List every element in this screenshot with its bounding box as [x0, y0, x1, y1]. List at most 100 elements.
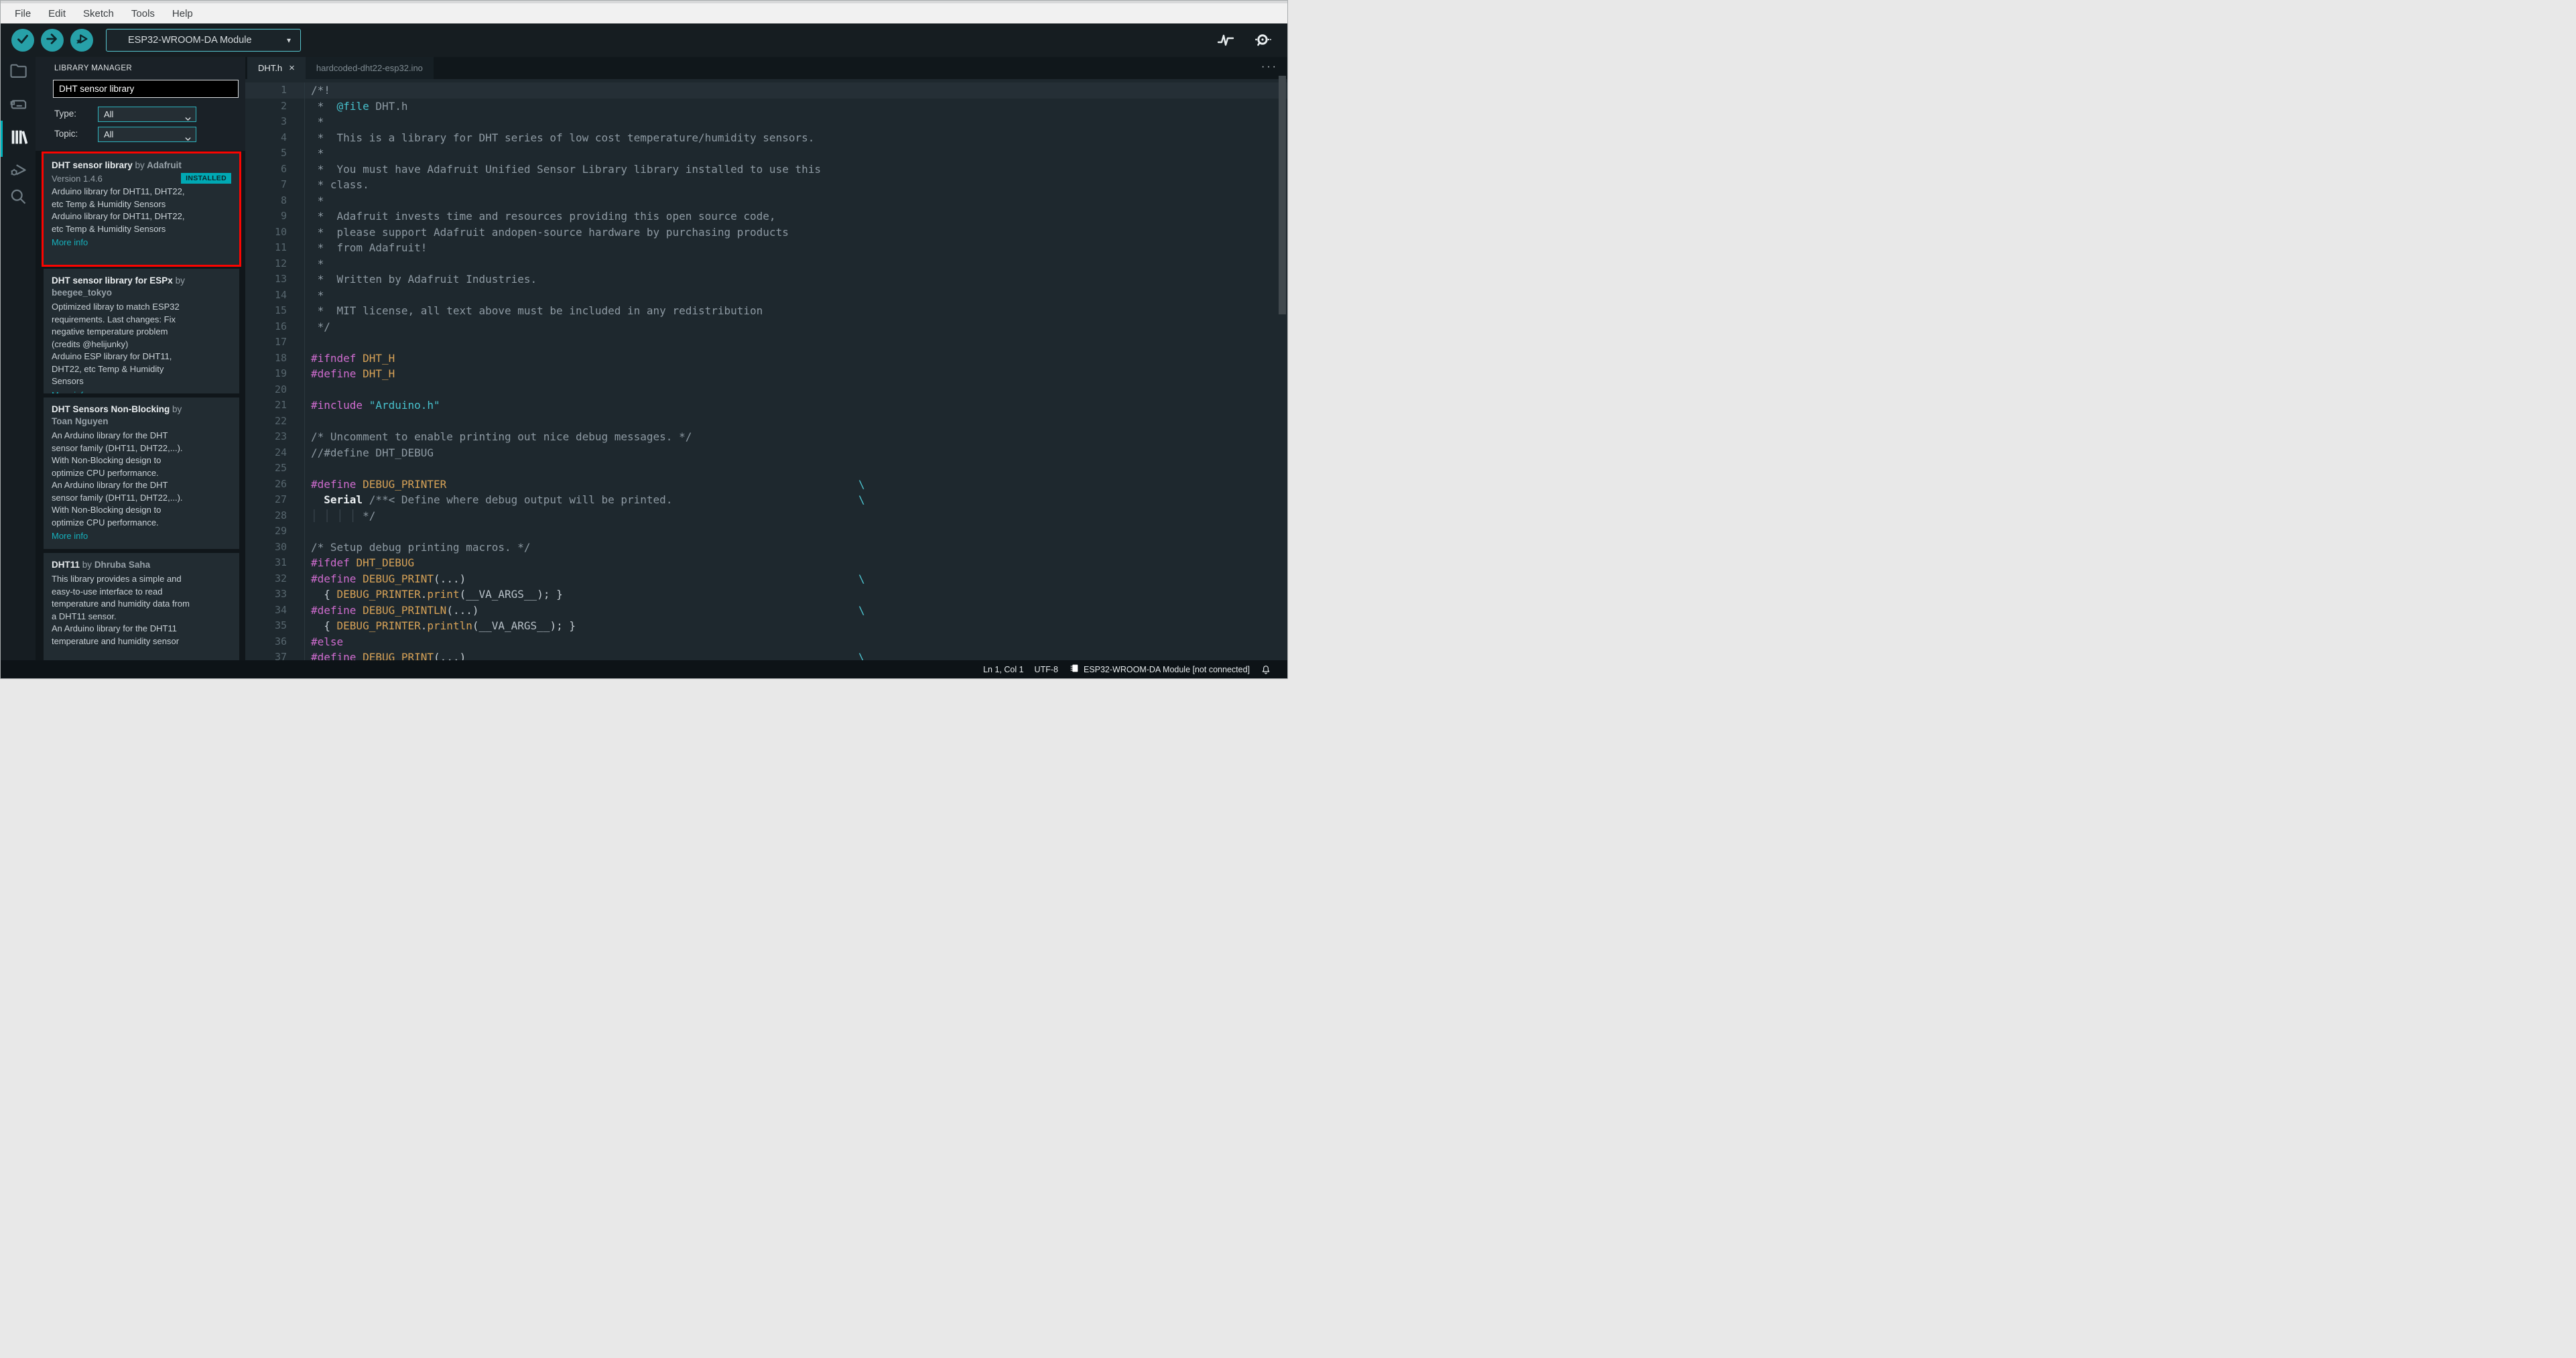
verify-button[interactable] [11, 29, 34, 52]
code-line: 3 * [245, 114, 1287, 130]
line-number: 16 [245, 318, 305, 334]
check-icon [15, 32, 30, 50]
activity-sidebar [1, 57, 36, 662]
debugside-icon [9, 164, 27, 181]
board-status-label: ESP32-WROOM-DA Module [not connected] [1083, 664, 1250, 674]
editor-tab-label: DHT.h [258, 63, 283, 73]
editor-tab[interactable]: hardcoded-dht22-esp32.ino [305, 57, 434, 79]
line-number: 33 [245, 587, 305, 603]
editor-vertical-scrollbar[interactable] [1279, 76, 1286, 314]
code-line: 26 #define DEBUG_PRINTER \ [245, 476, 1287, 492]
filter-select-0[interactable]: All [98, 107, 196, 122]
sidebar-item-search[interactable] [9, 187, 27, 206]
editor-tab[interactable]: DHT.h × [247, 57, 306, 79]
serial-monitor-icon[interactable] [1252, 31, 1271, 50]
editor-more-actions-button[interactable]: ··· [1261, 61, 1278, 73]
board-status[interactable]: ESP32-WROOM-DA Module [not connected] [1069, 663, 1250, 676]
books-icon [9, 130, 28, 149]
more-info-link[interactable]: More info [52, 237, 231, 247]
library-search-input[interactable] [53, 80, 239, 98]
chip-icon [1069, 663, 1080, 676]
filter-label-1: Topic: [54, 129, 78, 139]
cursor-position[interactable]: Ln 1, Col 1 [983, 665, 1023, 674]
library-entry[interactable]: DHT Sensors Non-Blocking by Toan Nguyen A… [44, 397, 239, 549]
line-number: 22 [245, 413, 305, 429]
line-number: 20 [245, 381, 305, 397]
line-number: 10 [245, 224, 305, 240]
code-line: 31 #ifdef DHT_DEBUG [245, 555, 1287, 571]
library-entry-description: This library provides a simple and easy-t… [52, 574, 190, 646]
code-line: 6 * You must have Adafruit Unified Senso… [245, 161, 1287, 177]
menu-edit[interactable]: Edit [40, 8, 74, 19]
code-line: 16 */ [245, 318, 1287, 334]
code-line: 30 /* Setup debug printing macros. */ [245, 539, 1287, 555]
code-line: 32 #define DEBUG_PRINT(...) \ [245, 570, 1287, 587]
line-number: 3 [245, 114, 305, 130]
line-number: 2 [245, 98, 305, 114]
line-number: 6 [245, 161, 305, 177]
toolbar: ESP32-WROOM-DA Module ▾ [1, 23, 1287, 57]
line-number: 19 [245, 366, 305, 382]
code-line: 27 Serial /**< Define where debug output… [245, 492, 1287, 508]
chevron-down-icon: ▾ [286, 36, 291, 45]
code-line: 35 { DEBUG_PRINTER.println(__VA_ARGS__);… [245, 618, 1287, 634]
code-line: 36 #else [245, 633, 1287, 650]
panel-title: LIBRARY MANAGER [54, 64, 133, 72]
sidebar-item-library-manager[interactable] [9, 127, 28, 149]
code-line: 8 * [245, 192, 1287, 208]
line-number: 24 [245, 444, 305, 460]
menu-tools[interactable]: Tools [123, 8, 164, 19]
code-line: 12 * [245, 255, 1287, 271]
line-number: 12 [245, 255, 305, 271]
code-line: 2 * @file DHT.h [245, 98, 1287, 114]
library-entry[interactable]: DHT11 by Dhruba Saha This library provide… [44, 553, 239, 662]
code-line: 7 * class. [245, 177, 1287, 193]
notifications-bell-icon[interactable] [1261, 664, 1271, 675]
library-entry[interactable]: DHT sensor library for ESPx by beegee_to… [44, 269, 239, 393]
code-line: 13 * Written by Adafruit Industries. [245, 271, 1287, 288]
library-entry-description: An Arduino library for the DHT sensor fam… [52, 430, 183, 528]
upload-button[interactable] [41, 29, 64, 52]
line-number: 35 [245, 618, 305, 634]
editor-area[interactable]: DHT.h × hardcoded-dht22-esp32.ino ··· 1 … [245, 57, 1287, 662]
code-line: 17 [245, 334, 1287, 351]
line-number: 29 [245, 523, 305, 540]
arduino-ide-window: File Edit Sketch Tools Help ESP32-WROOM-DA M… [0, 0, 1288, 679]
code-line: 22 [245, 413, 1287, 429]
board-selector-label: ESP32-WROOM-DA Module [128, 35, 252, 46]
code-editor[interactable]: 1 /*! 2 * @file DHT.h 3 * 4 * This is a … [245, 79, 1287, 662]
menu-sketch[interactable]: Sketch [74, 8, 123, 19]
filter-select-1[interactable]: All [98, 127, 196, 142]
line-number: 18 [245, 350, 305, 366]
menu-file[interactable]: File [6, 8, 40, 19]
filter-label-0: Type: [54, 109, 77, 119]
filter-value-1: All [104, 129, 114, 139]
code-line: 11 * from Adafruit! [245, 240, 1287, 256]
code-line: 14 * [245, 287, 1287, 303]
code-line: 24 //#define DHT_DEBUG [245, 444, 1287, 460]
library-entry[interactable]: DHT sensor library by Adafruit Version 1.… [42, 151, 241, 267]
line-number: 34 [245, 602, 305, 618]
code-line: 20 [245, 381, 1287, 397]
sidebar-item-boards-manager[interactable] [9, 95, 27, 113]
line-number: 32 [245, 570, 305, 587]
code-line: 29 [245, 523, 1287, 540]
serial-plotter-icon[interactable] [1216, 31, 1235, 50]
line-number: 14 [245, 287, 305, 303]
line-number: 30 [245, 539, 305, 555]
debug-play-icon [74, 32, 89, 50]
encoding-indicator[interactable]: UTF-8 [1035, 665, 1058, 674]
sidebar-item-sketchbook[interactable] [9, 61, 27, 80]
close-icon[interactable]: × [289, 62, 295, 74]
debug-button[interactable] [70, 29, 93, 52]
board-selector[interactable]: ESP32-WROOM-DA Module ▾ [106, 29, 301, 52]
menu-help[interactable]: Help [164, 8, 202, 19]
code-line: 9 * Adafruit invests time and resources … [245, 208, 1287, 225]
active-tab-indicator [1, 121, 3, 157]
library-entry-version: Version 1.4.6 [52, 173, 103, 184]
more-info-link[interactable]: More info [52, 390, 231, 394]
line-number: 11 [245, 240, 305, 256]
sidebar-item-debug[interactable] [9, 160, 27, 178]
library-entry-title: DHT sensor library by Adafruit [52, 160, 182, 170]
more-info-link[interactable]: More info [52, 531, 231, 541]
